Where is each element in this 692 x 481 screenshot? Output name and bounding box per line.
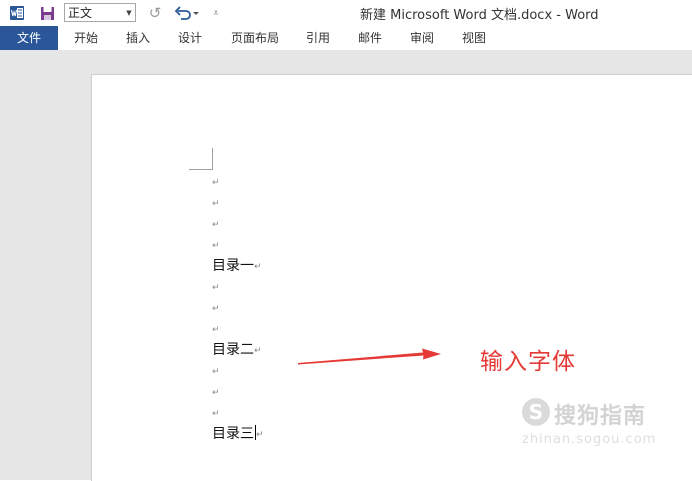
empty-paragraph[interactable]: ↵ <box>212 235 220 255</box>
watermark-url: zhinan.sogou.com <box>522 432 657 447</box>
empty-paragraph[interactable]: ↵ <box>212 403 220 423</box>
tab-review[interactable]: 审阅 <box>402 26 442 50</box>
paragraph-mark: ↵ <box>212 283 220 293</box>
title-bar: 正文 ▼ ↺ ⩡ 新建 Microsoft Word 文档.docx - Wor… <box>0 0 692 26</box>
tab-home[interactable]: 开始 <box>66 26 106 50</box>
tab-view[interactable]: 视图 <box>454 26 494 50</box>
window-title: 新建 Microsoft Word 文档.docx - Word <box>360 8 599 23</box>
empty-paragraph[interactable]: ↵ <box>212 382 220 402</box>
chevron-down-icon: ▼ <box>126 8 132 17</box>
watermark-name: 搜狗指南 <box>554 404 647 429</box>
redo-icon: ↺ <box>148 4 162 22</box>
empty-paragraph[interactable]: ↵ <box>212 298 220 318</box>
empty-paragraph[interactable]: ↵ <box>212 214 220 234</box>
empty-paragraph[interactable]: ↵ <box>212 361 220 381</box>
paragraph-mark: ↵ <box>212 199 220 209</box>
tab-design[interactable]: 设计 <box>170 26 210 50</box>
word-app-icon[interactable] <box>8 3 26 23</box>
paragraph-mark: ↵ <box>256 430 264 440</box>
style-dropdown-value: 正文 <box>68 6 93 20</box>
paragraph-mark: ↵ <box>212 367 220 377</box>
watermark-logo-icon: S <box>522 398 550 426</box>
paragraph-mark: ↵ <box>212 325 220 335</box>
paragraph-mark: ↵ <box>212 220 220 230</box>
empty-paragraph[interactable]: ↵ <box>212 277 220 297</box>
empty-paragraph[interactable]: ↵ <box>212 319 220 339</box>
heading-text: 目录三 <box>212 426 254 442</box>
paragraph-mark: ↵ <box>212 409 220 419</box>
customize-toolbar-button[interactable]: ⩡ <box>210 3 222 23</box>
annotation-arrow-icon <box>298 348 441 365</box>
undo-button[interactable] <box>173 3 201 23</box>
paragraph-mark: ↵ <box>212 178 220 188</box>
heading-text: 目录一 <box>212 258 254 274</box>
ribbon-tabs: 文件 开始 插入 设计 页面布局 引用 邮件 审阅 视图 <box>0 26 692 50</box>
heading-paragraph[interactable]: 目录二↵ <box>212 340 262 360</box>
undo-icon <box>174 6 199 20</box>
save-icon <box>40 6 54 20</box>
paragraph-mark: ↵ <box>254 346 262 356</box>
paragraph-mark: ↵ <box>212 304 220 314</box>
heading-paragraph[interactable]: 目录三 ↵ <box>212 424 264 444</box>
tab-references[interactable]: 引用 <box>298 26 338 50</box>
tab-mailings[interactable]: 邮件 <box>350 26 390 50</box>
redo-button[interactable]: ↺ <box>146 3 164 23</box>
paragraph-mark: ↵ <box>254 262 262 272</box>
heading-text: 目录二 <box>212 342 254 358</box>
style-dropdown[interactable]: 正文 ▼ <box>64 3 136 22</box>
watermark: S 搜狗指南 zhinan.sogou.com <box>522 396 682 456</box>
empty-paragraph[interactable]: ↵ <box>212 172 220 192</box>
save-button[interactable] <box>38 3 56 23</box>
tab-insert[interactable]: 插入 <box>118 26 158 50</box>
paragraph-mark: ↵ <box>212 388 220 398</box>
empty-paragraph[interactable]: ↵ <box>212 193 220 213</box>
heading-paragraph[interactable]: 目录一↵ <box>212 256 262 276</box>
tab-file[interactable]: 文件 <box>0 26 58 50</box>
tab-layout[interactable]: 页面布局 <box>226 26 284 50</box>
annotation-text: 输入字体 <box>480 349 576 375</box>
paragraph-mark: ↵ <box>212 241 220 251</box>
chevron-down-icon: ⩡ <box>213 7 219 19</box>
margin-corner-mark <box>189 148 213 170</box>
